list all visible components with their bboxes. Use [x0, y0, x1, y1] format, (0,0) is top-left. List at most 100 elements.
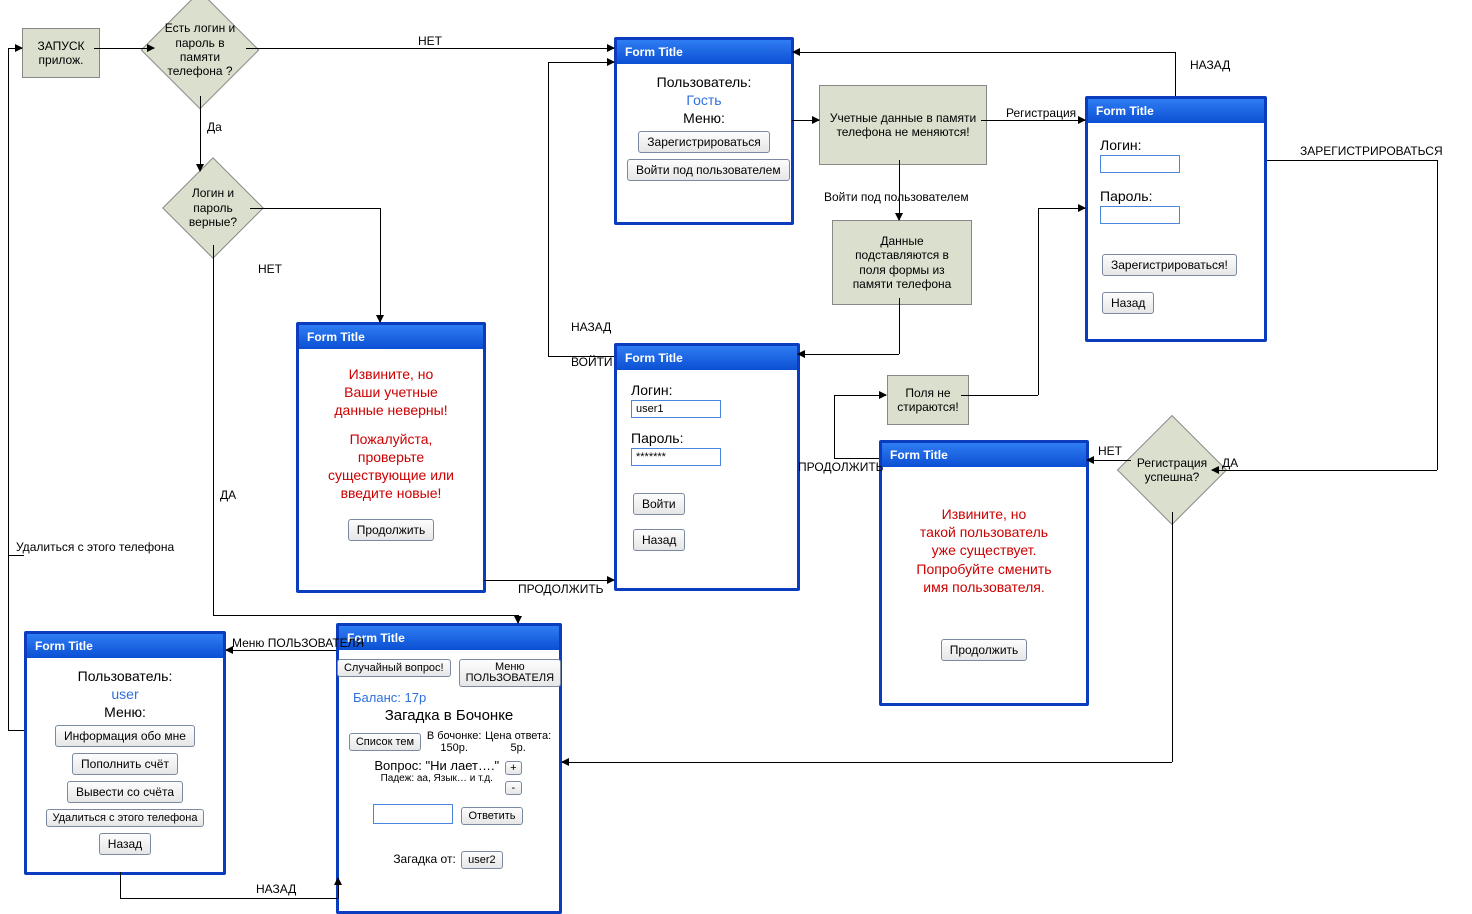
password-input[interactable] [1100, 206, 1180, 224]
random-question-button[interactable]: Случайный вопрос! [337, 659, 451, 677]
minus-button[interactable]: - [505, 781, 521, 795]
process-fields-not-cleared-text: Поля не стираются! [897, 386, 958, 415]
login-label: Логин: [631, 382, 783, 398]
edge [548, 62, 549, 356]
login-as-user-button[interactable]: Войти под пользователем [627, 159, 790, 181]
answer-input[interactable] [373, 804, 453, 824]
form-reg-error: Form Title Извините, но такой пользовате… [879, 440, 1089, 706]
withdraw-button[interactable]: Вывести со счёта [67, 781, 183, 803]
answer-button[interactable]: Ответить [461, 807, 522, 825]
in-barrel-label: В бочонке: [427, 730, 482, 742]
topup-button[interactable]: Пополнить счёт [72, 753, 178, 775]
riddle-author[interactable]: user2 [461, 851, 503, 869]
error-text-1: Извините, но Ваши учетные данные неверны… [307, 365, 475, 420]
form-error-creds: Form Title Извините, но Ваши учетные дан… [296, 322, 486, 593]
process-creds-unchanged-text: Учетные данные в памяти телефона не меня… [830, 111, 976, 140]
edge [213, 245, 214, 615]
edge-label-register-caps: ЗАРЕГИСТРИРОВАТЬСЯ [1300, 144, 1443, 158]
continue-button[interactable]: Продолжить [941, 639, 1028, 661]
info-button[interactable]: Информация обо мне [55, 725, 195, 747]
delete-from-phone-button[interactable]: Удалиться с этого телефона [46, 809, 205, 827]
answer-price-label: Цена ответа: [485, 730, 551, 742]
form-login: Form Title Логин: user1 Пароль: ******* … [614, 343, 800, 591]
edge [8, 730, 24, 731]
decision-login-correct-text: Логин и пароль верные? [163, 158, 263, 258]
edge [213, 615, 518, 616]
edge [1267, 160, 1437, 161]
start-block: ЗАПУСК прилож. [22, 28, 100, 78]
form-title: Form Title [882, 443, 1086, 467]
edge [1175, 52, 1176, 96]
back-button[interactable]: Назад [633, 529, 685, 551]
user-menu-button[interactable]: Меню ПОЛЬЗОВАТЕЛЯ [459, 659, 561, 687]
edge [1038, 208, 1039, 395]
riddle-heading: Загадка в Бочонке [345, 707, 553, 724]
edge [834, 458, 879, 459]
edge [1038, 208, 1085, 209]
edge-label-login-under-user: Войти под пользователем [824, 190, 969, 204]
back-button[interactable]: Назад [99, 833, 151, 855]
topics-button[interactable]: Список тем [349, 733, 421, 751]
edge [834, 395, 835, 458]
plus-button[interactable]: + [505, 761, 521, 775]
edge-label-registration: Регистрация [1006, 106, 1076, 120]
edge-label-user-menu: Меню ПОЛЬЗОВАТЕЛЯ [232, 636, 364, 650]
answer-price-value: 5р. [511, 742, 526, 754]
edge [961, 395, 1038, 396]
password-input[interactable]: ******* [631, 448, 721, 466]
form-title: Form Title [617, 346, 797, 370]
edge [8, 48, 22, 49]
edge-label-no: НЕТ [1098, 444, 1122, 458]
edge-label-continue: ПРОДОЛЖИТЬ [798, 460, 884, 474]
password-label: Пароль: [1100, 188, 1252, 204]
question-text: Вопрос: "Ни лает…." [374, 758, 499, 773]
decision-has-login: Есть логин и пароль в памяти телефона ? [140, 0, 260, 110]
edge-label-continue: ПРОДОЛЖИТЬ [518, 582, 604, 596]
edge-label-yes-caps: ДА [1222, 456, 1238, 470]
user-value: Гость [625, 92, 783, 108]
form-title: Form Title [339, 626, 559, 650]
edge [380, 208, 381, 322]
menu-label: Меню: [35, 704, 215, 720]
form-riddle: Form Title Случайный вопрос! Меню ПОЛЬЗО… [336, 623, 562, 914]
edge [899, 298, 900, 354]
form-register: Form Title Логин: Пароль: Зарегистрирова… [1085, 96, 1267, 342]
edge-label-no: НЕТ [418, 34, 442, 48]
edge [798, 354, 899, 355]
user-label: Пользователь: [35, 668, 215, 684]
user-value: user [35, 686, 215, 702]
continue-button[interactable]: Продолжить [348, 519, 435, 541]
edge [226, 650, 336, 651]
error-text-2: Пожалуйста, проверьте существующие или в… [307, 430, 475, 503]
in-barrel-value: 150р. [440, 742, 468, 754]
login-input[interactable]: user1 [631, 400, 721, 418]
edge [1087, 460, 1131, 461]
edge-label-back: НАЗАД [1190, 58, 1230, 72]
edge [518, 615, 519, 623]
question-hint: Падеж: аа, Язык… и т.д. [374, 773, 499, 784]
register-submit-button[interactable]: Зарегистрироваться! [1102, 254, 1237, 276]
form-title: Form Title [299, 325, 483, 349]
reg-error-text: Извините, но такой пользователь уже суще… [890, 505, 1078, 596]
edge [548, 62, 614, 63]
menu-label: Меню: [625, 110, 783, 126]
process-data-substituted: Данные подставляются в поля формы из пам… [832, 220, 972, 305]
edge [8, 555, 24, 556]
edge-label-yes-caps: ДА [220, 488, 236, 502]
process-fields-not-cleared: Поля не стираются! [887, 375, 969, 425]
decision-login-correct: Логин и пароль верные? [163, 158, 263, 258]
riddle-from-label: Загадка от: [393, 852, 455, 866]
back-button[interactable]: Назад [1102, 292, 1154, 314]
register-button[interactable]: Зарегистрироваться [638, 131, 769, 153]
login-input[interactable] [1100, 155, 1180, 173]
edge [981, 120, 1085, 121]
edge [1437, 160, 1438, 470]
login-button[interactable]: Войти [633, 493, 685, 515]
edge-label-yes: Да [207, 120, 222, 134]
edge-label-delete: Удалиться с этого телефона [16, 540, 174, 554]
balance-text: Баланс: 17р [353, 690, 553, 705]
edge [1172, 512, 1173, 762]
edge [94, 48, 154, 49]
edge [484, 580, 614, 581]
form-title: Form Title [617, 40, 791, 64]
